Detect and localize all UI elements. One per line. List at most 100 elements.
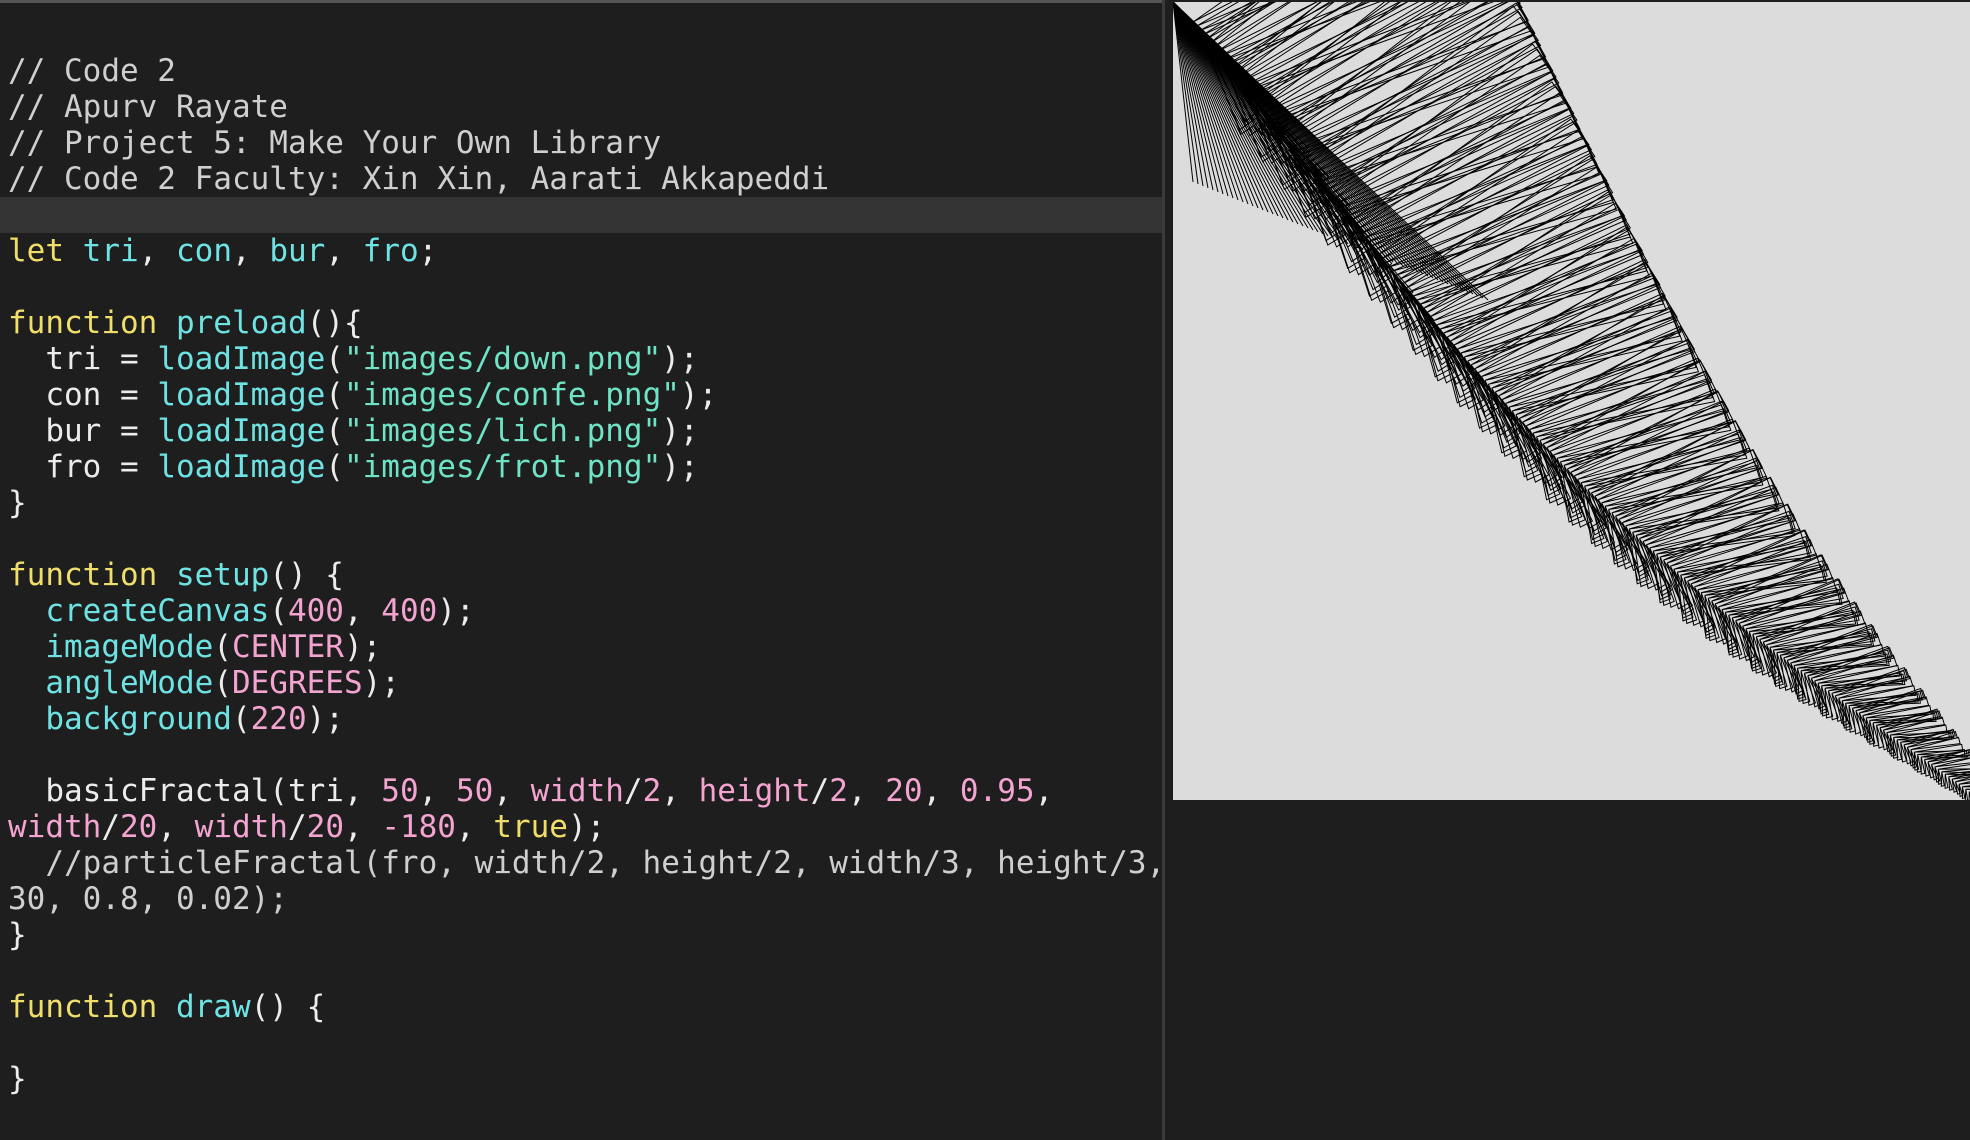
code-token: ;: [418, 233, 438, 269]
code-line[interactable]: 30, 0.8, 0.02);: [8, 881, 1162, 917]
code-line[interactable]: let tri, con, bur, fro;: [8, 233, 1162, 269]
code-token: imageMode: [45, 629, 214, 665]
code-token: 20: [885, 773, 923, 809]
code-line[interactable]: [8, 269, 1162, 305]
code-line[interactable]: [8, 521, 1162, 557]
code-line[interactable]: [8, 737, 1162, 773]
code-token: createCanvas: [45, 593, 270, 629]
code-token: (: [213, 665, 232, 701]
code-token: /: [101, 809, 120, 845]
code-token: width: [194, 809, 288, 845]
code-line[interactable]: bur = loadImage("images/lich.png");: [8, 413, 1162, 449]
code-token: (: [213, 629, 232, 665]
code-token: -180: [381, 809, 456, 845]
code-token: 30, 0.8, 0.02);: [8, 881, 288, 917]
code-token: );: [437, 593, 475, 629]
fractal-drawing: [1173, 2, 1970, 800]
code-token: "images/lich.png": [343, 413, 662, 449]
code-line[interactable]: function setup() {: [8, 557, 1162, 593]
code-token: ,: [232, 233, 270, 269]
code-token: let: [8, 233, 64, 269]
code-line[interactable]: }: [8, 917, 1162, 953]
code-line[interactable]: function draw() {: [8, 989, 1162, 1025]
code-token: 400: [381, 593, 438, 629]
code-token: basicFractal(tri,: [8, 773, 382, 809]
code-line[interactable]: imageMode(CENTER);: [8, 629, 1162, 665]
code-token: "images/confe.png": [343, 377, 680, 413]
code-token: 2: [829, 773, 848, 809]
code-token: angleMode: [45, 665, 214, 701]
code-line[interactable]: [8, 953, 1162, 989]
code-token: () {: [250, 989, 326, 1025]
code-token: 50: [381, 773, 419, 809]
code-token: ,: [493, 773, 531, 809]
code-line[interactable]: // Project 5: Make Your Own Library: [8, 125, 1162, 161]
code-line[interactable]: tri = loadImage("images/down.png");: [8, 341, 1162, 377]
code-lines[interactable]: // Code 2// Apurv Rayate// Project 5: Ma…: [0, 53, 1162, 1097]
code-editor[interactable]: // Code 2// Apurv Rayate// Project 5: Ma…: [0, 3, 1162, 1140]
code-token: ,: [157, 809, 195, 845]
code-token: 400: [287, 593, 344, 629]
code-line[interactable]: }: [8, 1061, 1162, 1097]
code-token: );: [679, 377, 718, 413]
code-token: tri: [82, 233, 139, 269]
fractal-triangle: [1288, 2, 1536, 143]
code-token: DEGREES: [231, 665, 363, 701]
code-token: ,: [418, 773, 456, 809]
code-token: ,: [343, 593, 382, 629]
code-line[interactable]: }: [8, 485, 1162, 521]
code-token: setup: [175, 557, 270, 593]
code-token: (: [269, 593, 288, 629]
code-line[interactable]: [8, 1025, 1162, 1061]
code-token: 2: [642, 773, 662, 809]
code-line[interactable]: // Code 2 Faculty: Xin Xin, Aarati Akkap…: [8, 161, 1162, 197]
code-token: bur =: [8, 413, 158, 449]
code-token: loadImage: [157, 413, 326, 449]
code-line[interactable]: // Apurv Rayate: [8, 89, 1162, 125]
fractal-triangle: [1512, 347, 1700, 412]
code-token: 50: [455, 773, 494, 809]
fractal-triangle: [1964, 789, 1969, 800]
code-token: );: [661, 341, 699, 377]
code-line[interactable]: [0, 197, 1162, 233]
code-token: ,: [922, 773, 960, 809]
code-token: () {: [269, 557, 344, 593]
code-line[interactable]: // Code 2: [8, 53, 1162, 89]
code-token: preload: [175, 305, 307, 341]
code-token: fro: [362, 233, 419, 269]
code-token: ,: [138, 233, 176, 269]
code-line[interactable]: angleMode(DEGREES);: [8, 665, 1162, 701]
code-line[interactable]: createCanvas(400, 400);: [8, 593, 1162, 629]
code-line[interactable]: function preload(){: [8, 305, 1162, 341]
code-token: );: [343, 629, 382, 665]
code-token: ,: [661, 773, 699, 809]
code-line[interactable]: fro = loadImage("images/frot.png");: [8, 449, 1162, 485]
code-token: // Code 2 Faculty: Xin Xin, Aarati Akkap…: [8, 161, 830, 197]
code-token: );: [661, 413, 699, 449]
code-line[interactable]: basicFractal(tri, 50, 50, width/2, heigh…: [8, 773, 1162, 809]
code-token: draw: [175, 989, 251, 1025]
sketch-canvas[interactable]: [1173, 2, 1970, 800]
fractal-triangle: [1940, 771, 1945, 787]
code-token: }: [8, 1061, 27, 1097]
code-token: //particleFractal(fro, width/2, height/2…: [8, 845, 1162, 881]
code-token: function: [8, 989, 158, 1025]
code-token: (: [325, 413, 344, 449]
code-line[interactable]: //particleFractal(fro, width/2, height/2…: [8, 845, 1162, 881]
code-token: 0.95: [959, 773, 1035, 809]
code-token: (: [325, 377, 344, 413]
code-line[interactable]: con = loadImage("images/confe.png");: [8, 377, 1162, 413]
code-token: /: [287, 809, 307, 845]
code-token: );: [567, 809, 606, 845]
code-token: );: [306, 701, 344, 737]
code-token: width: [530, 773, 624, 809]
code-token: 220: [250, 701, 307, 737]
code-token: background: [45, 701, 232, 737]
code-line[interactable]: background(220);: [8, 701, 1162, 737]
code-line[interactable]: width/20, width/20, -180, true);: [8, 809, 1162, 845]
